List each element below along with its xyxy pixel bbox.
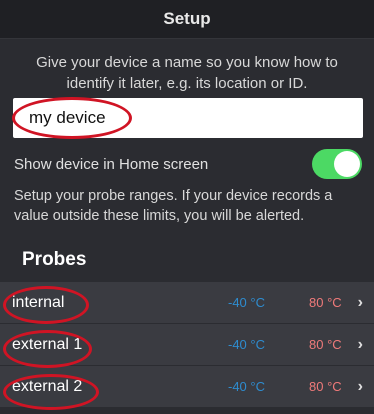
probe-min-value: -40 °C — [228, 337, 265, 352]
probe-min-value: -40 °C — [228, 379, 265, 394]
chevron-right-icon: › — [357, 377, 363, 395]
chevron-right-icon: › — [357, 335, 363, 353]
probe-name: internal — [12, 293, 65, 311]
probes-section-header: Probes — [0, 240, 374, 280]
probes-header-label: Probes — [22, 249, 87, 270]
probe-name: external 2 — [12, 377, 83, 395]
page-title: Setup — [163, 9, 211, 28]
intro-text: Give your device a name so you know how … — [36, 54, 338, 92]
home-screen-toggle[interactable] — [312, 149, 362, 179]
toggle-knob — [334, 151, 360, 177]
device-name-field[interactable] — [13, 98, 363, 138]
probe-max-value: 80 °C — [309, 379, 342, 394]
device-name-input[interactable] — [27, 107, 363, 129]
probe-list: internal -40 °C 80 °C › external 1 -40 °… — [0, 282, 374, 408]
chevron-right-icon: › — [357, 293, 363, 311]
home-screen-row: Show device in Home screen — [14, 149, 362, 179]
probe-max-value: 80 °C — [309, 295, 342, 310]
probe-min-value: -40 °C — [228, 295, 265, 310]
probe-row-external-2[interactable]: external 2 -40 °C 80 °C › — [0, 366, 374, 408]
probe-ranges-hint: Setup your probe ranges. If your device … — [14, 188, 333, 224]
home-screen-label: Show device in Home screen — [14, 155, 209, 173]
probe-row-external-1[interactable]: external 1 -40 °C 80 °C › — [0, 324, 374, 366]
probe-name: external 1 — [12, 335, 83, 353]
nav-bar: Setup — [0, 0, 374, 39]
probe-row-internal[interactable]: internal -40 °C 80 °C › — [0, 282, 374, 324]
probe-max-value: 80 °C — [309, 337, 342, 352]
